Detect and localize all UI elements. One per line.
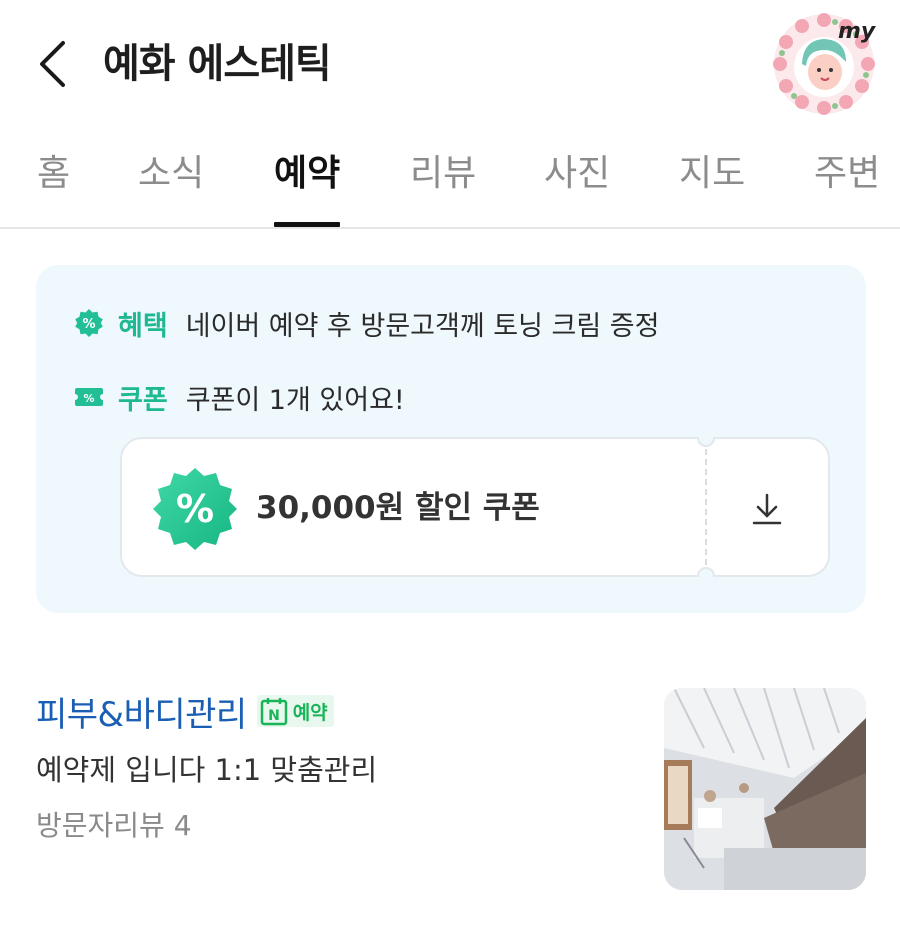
coupon-notch-bottom (697, 567, 715, 577)
benefit-box: % 혜택 네이버 예약 후 방문고객께 토닝 크림 증정 % 쿠폰 쿠폰이 1개… (36, 265, 866, 613)
coupon-ticket-icon: % (74, 388, 104, 406)
percent-badge-icon: % (153, 468, 237, 550)
coupon-notch-top (697, 437, 715, 447)
chevron-left-icon (40, 41, 65, 87)
download-icon (752, 493, 782, 525)
back-button[interactable] (30, 36, 74, 92)
benefit-row: % 혜택 네이버 예약 후 방문고객께 토닝 크림 증정 (74, 303, 659, 343)
coupon-count-text: 쿠폰이 1개 있어요! (185, 384, 405, 416)
my-profile-avatar[interactable]: my (772, 12, 877, 116)
service-thumbnail[interactable] (664, 688, 866, 890)
coupon-label: 쿠폰 (118, 384, 168, 416)
coupon-title: 30,000원 할인 쿠폰 (256, 490, 540, 526)
tab-bar: 홈 소식 예약 리뷰 사진 지도 주변 (0, 125, 900, 229)
naver-calendar-icon: N (260, 698, 287, 726)
svg-text:%: % (176, 487, 214, 531)
svg-text:%: % (83, 392, 94, 405)
service-item[interactable]: 피부&바디관리 N 예약 예약제 입니다 1:1 맞춤관리 방문자리뷰 4 (36, 686, 866, 891)
tab-map[interactable]: 지도 (679, 152, 745, 196)
discount-badge-icon: % (75, 309, 103, 337)
benefit-label: 혜택 (118, 310, 168, 342)
tab-reservation[interactable]: 예약 (274, 152, 340, 196)
naver-badge-label: 예약 (292, 701, 328, 724)
header: 예화 에스테틱 my (0, 0, 900, 125)
service-review-count[interactable]: 방문자리뷰 4 (36, 806, 192, 846)
benefit-text: 네이버 예약 후 방문고객께 토닝 크림 증정 (185, 310, 660, 342)
coupon-divider (705, 439, 707, 575)
naver-reservation-badge: N 예약 (256, 695, 334, 727)
coupon-download-button[interactable] (722, 474, 812, 544)
service-name-row: 피부&바디관리 N 예약 (36, 686, 334, 736)
svg-text:N: N (268, 708, 280, 724)
tab-news[interactable]: 소식 (138, 152, 204, 196)
tab-home[interactable]: 홈 (37, 152, 70, 196)
coupon-card[interactable]: % 30,000원 할인 쿠폰 (120, 437, 830, 577)
svg-text:%: % (82, 317, 95, 332)
service-name[interactable]: 피부&바디관리 (36, 687, 247, 736)
page-title: 예화 에스테틱 (103, 41, 332, 87)
active-tab-indicator (274, 222, 340, 227)
svg-text:my: my (838, 19, 876, 44)
coupon-row: % 쿠폰 쿠폰이 1개 있어요! (74, 377, 405, 417)
avatar-image: my (773, 13, 877, 115)
service-description: 예약제 입니다 1:1 맞춤관리 (36, 753, 378, 787)
treatment-room-photo (664, 688, 866, 890)
tab-review[interactable]: 리뷰 (410, 152, 476, 196)
tab-photo[interactable]: 사진 (544, 152, 610, 196)
tab-nearby[interactable]: 주변 (814, 152, 880, 196)
